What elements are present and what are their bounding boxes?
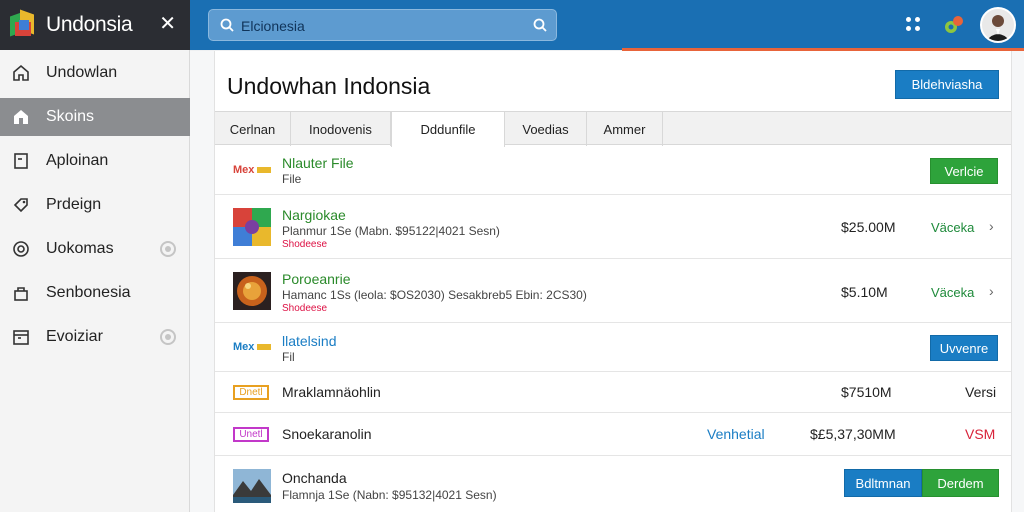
- sidebar-item-label: Prdeign: [46, 196, 102, 213]
- tag-icon: [10, 194, 32, 216]
- circle-icon: [10, 238, 32, 260]
- list-item[interactable]: Mex Nlauter File File Verlcie: [215, 146, 1011, 195]
- notification-icon[interactable]: [942, 13, 966, 37]
- row-status: Versi: [965, 384, 997, 400]
- page-title: Undowhan Indonsia: [227, 73, 431, 99]
- status-indicator-icon: [160, 241, 176, 257]
- row-price: $7510M: [841, 384, 892, 400]
- sidebar-item-label: Evoiziar: [46, 328, 103, 345]
- tab-dddunfile[interactable]: Dddunfile: [391, 112, 505, 147]
- sidebar-item-undowlan[interactable]: Undowlan: [0, 54, 190, 92]
- app-thumbnail-icon: [233, 272, 271, 310]
- row-action-button[interactable]: Uvvenre: [930, 335, 998, 361]
- avatar[interactable]: [980, 7, 1016, 43]
- row-action-button[interactable]: Verlcie: [930, 158, 998, 184]
- row-subtitle: Hamanc 1Ss (leola: $OS2030) Sesakbreb5 E…: [282, 288, 587, 302]
- list-item[interactable]: Nargiokae Planmur 1Se (Mabn. $95122|4021…: [215, 196, 1011, 259]
- search-icon: [220, 18, 234, 32]
- main-content: Undowhan Indonsia Bldehviasha Cerlnan In…: [190, 51, 1024, 512]
- row-title[interactable]: Poroeanrie: [282, 271, 351, 287]
- chevron-right-icon[interactable]: ›: [989, 283, 994, 299]
- row-subtitle: Flamnja 1Se (Nabn: $95132|4021 Sesn): [282, 488, 497, 502]
- sidebar-item-evoiziar[interactable]: Evoiziar: [0, 318, 190, 356]
- tab-voedias[interactable]: Voedias: [505, 112, 587, 146]
- sidebar-item-label: Skoins: [46, 108, 95, 125]
- row-label-badge: Unetl: [233, 427, 269, 442]
- list-item[interactable]: Unetl Snoekaranolin Venhetial $£5,37,30M…: [215, 414, 1011, 456]
- row-price: $25.00M: [841, 219, 896, 235]
- sidebar-item-label: Senbonesia: [46, 284, 131, 301]
- sidebar-item-skoins[interactable]: Skoins: [0, 98, 190, 136]
- row-status[interactable]: Väceka: [931, 220, 974, 235]
- list-item[interactable]: Poroeanrie Hamanc 1Ss (leola: $OS2030) S…: [215, 260, 1011, 323]
- sidebar: Undowlan Skoins Aploinan Prdeign Uokomas…: [0, 50, 190, 512]
- calendar-icon: [10, 326, 32, 348]
- tab-ammer[interactable]: Ammer: [587, 112, 663, 146]
- tab-cerlnan[interactable]: Cerlnan: [215, 112, 291, 146]
- row-price: $5.10M: [841, 284, 888, 300]
- app-brand: Undonsia ✕: [0, 0, 190, 50]
- apps-grid-icon[interactable]: [906, 17, 922, 33]
- row-title[interactable]: llatelsind: [282, 333, 336, 349]
- sidebar-item-label: Undowlan: [46, 64, 118, 81]
- list-item[interactable]: Dnetl Mraklamnäohlin $7510M Versi: [215, 373, 1011, 413]
- toolbar-icons: [884, 0, 1024, 50]
- row-link[interactable]: Venhetial: [707, 426, 765, 442]
- row-subtitle: Fil: [282, 350, 295, 364]
- row-title[interactable]: Nlauter File: [282, 155, 354, 171]
- row-primary-button[interactable]: Derdem: [922, 469, 999, 497]
- row-tag: Shodeese: [282, 239, 328, 250]
- bag-icon: [10, 282, 32, 304]
- document-icon: [10, 150, 32, 172]
- list-item[interactable]: Onchanda Flamnja 1Se (Nabn: $95132|4021 …: [215, 457, 1011, 512]
- search-submit-icon[interactable]: [532, 17, 548, 33]
- row-title[interactable]: Onchanda: [282, 470, 347, 486]
- row-price: $£5,37,30MM: [810, 426, 896, 442]
- sidebar-item-label: Aploinan: [46, 152, 109, 169]
- primary-action-button[interactable]: Bldehviasha: [895, 70, 999, 99]
- list-item[interactable]: Mex llatelsind Fil Uvvenre: [215, 324, 1011, 372]
- row-secondary-button[interactable]: Bdltmnan: [844, 469, 922, 497]
- row-title[interactable]: Nargiokae: [282, 207, 346, 223]
- row-subtitle: Planmur 1Se (Mabn. $95122|4021 Sesn): [282, 224, 500, 238]
- status-indicator-icon: [160, 329, 176, 345]
- home-filled-icon: [10, 106, 32, 128]
- row-title[interactable]: Snoekaranolin: [282, 426, 372, 442]
- row-subtitle: File: [282, 172, 302, 186]
- sidebar-item-senbonesia[interactable]: Senbonesia: [0, 274, 190, 312]
- app-logo-icon: [10, 9, 36, 38]
- row-label-badge: Dnetl: [233, 385, 269, 400]
- sidebar-item-uokomas[interactable]: Uokomas: [0, 230, 190, 268]
- mex-logo-icon: Mex: [233, 329, 271, 367]
- row-status: VSM: [965, 426, 996, 442]
- search-bar[interactable]: [208, 9, 557, 41]
- content-panel: Undowhan Indonsia Bldehviasha Cerlnan In…: [214, 51, 1012, 512]
- mex-logo-icon: Mex: [233, 152, 271, 190]
- chevron-right-icon[interactable]: ›: [989, 218, 994, 234]
- sidebar-item-label: Uokomas: [46, 240, 114, 257]
- tab-bar: Cerlnan Inodovenis Dddunfile Voedias Amm…: [215, 111, 1011, 147]
- row-title[interactable]: Mraklamnäohlin: [282, 384, 381, 400]
- sidebar-item-aploinan[interactable]: Aploinan: [0, 142, 190, 180]
- landscape-thumbnail-icon: [233, 469, 271, 507]
- row-tag: Shodeese: [282, 303, 328, 314]
- home-outline-icon: [10, 62, 32, 84]
- tab-inodovenis[interactable]: Inodovenis: [291, 112, 391, 146]
- search-input[interactable]: [241, 16, 521, 36]
- app-thumbnail-icon: [233, 208, 271, 246]
- sidebar-item-prdeign[interactable]: Prdeign: [0, 186, 190, 224]
- app-title: Undonsia: [46, 13, 133, 36]
- row-status[interactable]: Väceka: [931, 285, 974, 300]
- close-icon[interactable]: ✕: [159, 13, 176, 35]
